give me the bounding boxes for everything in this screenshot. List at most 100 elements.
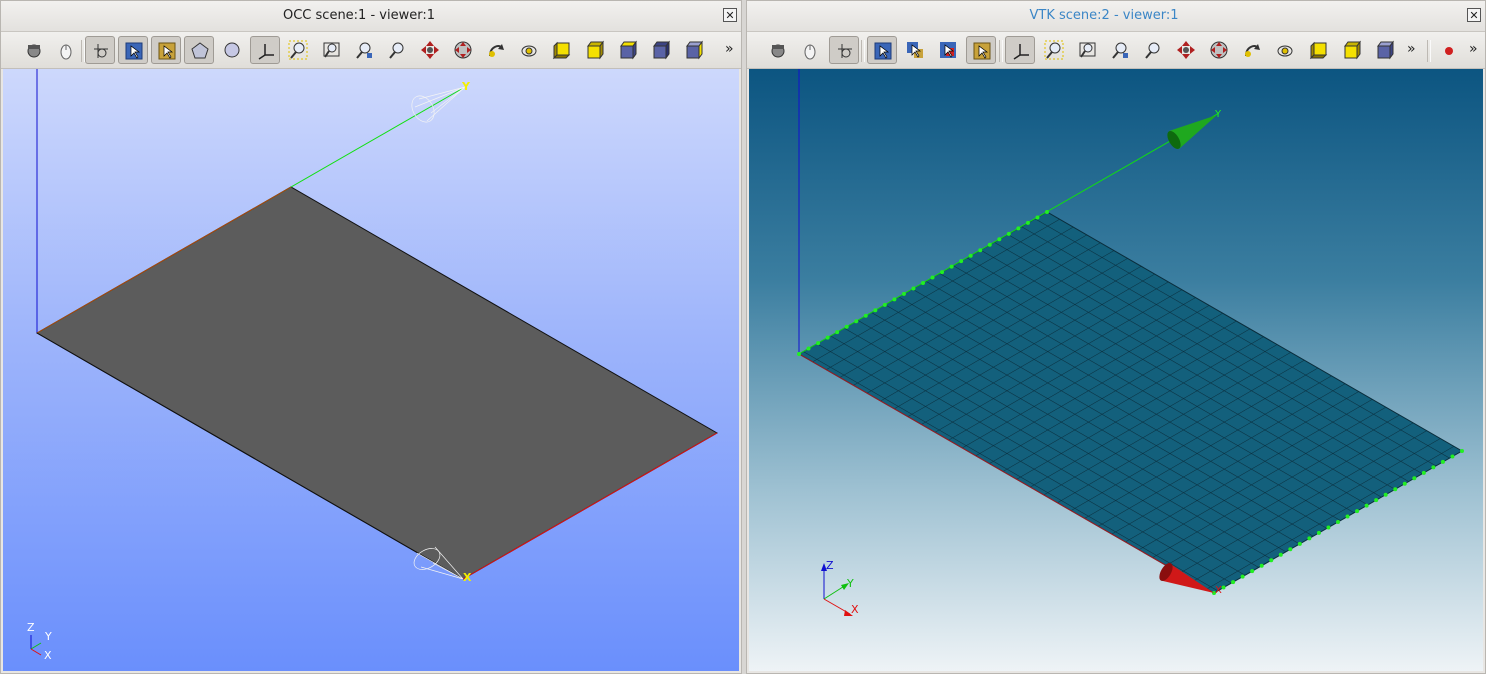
back-view-icon[interactable]: [580, 36, 610, 64]
mesh-node: [921, 281, 925, 285]
toolbar-overflow-button[interactable]: »: [725, 41, 734, 57]
vtk-viewer-close-button[interactable]: ✕: [1467, 8, 1481, 22]
show-trihedron-icon[interactable]: [1005, 36, 1035, 64]
occ-3d-viewport[interactable]: Y X Z Y X: [3, 69, 739, 671]
rectangle-selection-icon[interactable]: [118, 36, 148, 64]
fit-selection-icon[interactable]: [1105, 36, 1135, 64]
toolbar-overflow-button-2[interactable]: »: [1469, 41, 1478, 57]
occ-scene: Y X Z Y X: [27, 69, 719, 662]
interaction-style-icon[interactable]: [51, 36, 81, 64]
y-axis-label: Y: [461, 80, 471, 93]
mesh-node: [806, 346, 811, 351]
rotation-point-icon[interactable]: [514, 36, 544, 64]
mesh-node: [863, 313, 868, 318]
fit-all-icon[interactable]: [283, 36, 313, 64]
mesh-node: [1355, 509, 1360, 514]
dump-view-icon[interactable]: [763, 36, 793, 64]
top-view-icon[interactable]: [1370, 36, 1400, 64]
pan-icon[interactable]: [415, 36, 445, 64]
pan-icon[interactable]: [1171, 36, 1201, 64]
triedron-y-label: Y: [44, 630, 52, 643]
back-view-icon[interactable]: [1337, 36, 1367, 64]
vtk-3d-viewport[interactable]: Y X Z Y X: [749, 69, 1483, 671]
polygon-selection-icon[interactable]: [151, 36, 181, 64]
mesh-node: [1402, 481, 1407, 486]
zoom-icon[interactable]: [382, 36, 412, 64]
y-axis-label: Y: [1214, 109, 1222, 120]
vtk-viewer-title: VTK scene:2 - viewer:1: [1029, 8, 1179, 23]
mesh-node: [1393, 487, 1398, 492]
occ-viewer-toolbar: »: [1, 32, 741, 69]
mesh-node: [854, 319, 859, 324]
mesh-node: [911, 286, 916, 291]
occ-viewer-close-button[interactable]: ✕: [723, 8, 737, 22]
left-view-icon[interactable]: [679, 36, 709, 64]
mesh-node: [1316, 530, 1321, 535]
vtk-mesh-surface[interactable]: [797, 211, 1464, 594]
mesh-node: [1297, 541, 1302, 546]
mesh-node: [968, 253, 973, 258]
mesh-node: [1025, 220, 1030, 225]
mesh-node: [1364, 503, 1369, 508]
mesh-node: [1412, 476, 1417, 481]
element-selection-icon[interactable]: [966, 36, 996, 64]
view-triedron: Z Y X: [821, 559, 859, 616]
occ-viewer-panel: OCC scene:1 - viewer:1 ✕ » Y X Z Y X: [0, 0, 742, 674]
triedron-y-label: Y: [846, 577, 854, 590]
mesh-node: [930, 275, 935, 280]
interaction-style-icon[interactable]: [795, 36, 825, 64]
vtk-viewer-titlebar: VTK scene:2 - viewer:1 ✕: [747, 1, 1485, 32]
selection-icon[interactable]: [867, 36, 897, 64]
circle-icon[interactable]: [217, 36, 247, 64]
mesh-node: [892, 297, 897, 302]
mesh-node: [1045, 210, 1049, 214]
mesh-node: [987, 242, 992, 247]
occ-plane-surface[interactable]: [35, 186, 719, 580]
mesh-node: [797, 352, 801, 356]
show-trihedron-icon[interactable]: [250, 36, 280, 64]
mesh-node: [1336, 520, 1340, 524]
mesh-node: [949, 264, 954, 269]
mesh-node: [1250, 569, 1255, 574]
rotation-point-icon[interactable]: [1270, 36, 1300, 64]
global-pan-icon[interactable]: [1204, 36, 1234, 64]
toolbar-overflow-button[interactable]: »: [1407, 41, 1416, 57]
bottom-view-icon[interactable]: [646, 36, 676, 64]
mesh-node: [835, 330, 840, 335]
y-axis-arrowhead: [411, 86, 466, 123]
mesh-node: [1035, 215, 1040, 220]
mesh-node: [1383, 492, 1388, 497]
fit-area-icon[interactable]: [316, 36, 346, 64]
fit-area-icon[interactable]: [1072, 36, 1102, 64]
mesh-node: [1016, 226, 1021, 231]
mesh-node: [873, 308, 878, 313]
dump-view-icon[interactable]: [19, 36, 49, 64]
rectangle-selection-icon[interactable]: [900, 36, 930, 64]
mesh-node: [1450, 454, 1455, 459]
global-pan-icon[interactable]: [448, 36, 478, 64]
point-selection-icon[interactable]: [933, 36, 963, 64]
vtk-viewer-toolbar: » »: [747, 32, 1485, 69]
occ-viewer-titlebar: OCC scene:1 - viewer:1 ✕: [1, 1, 741, 32]
x-axis-label: X: [463, 571, 472, 584]
rotate-icon[interactable]: [1237, 36, 1267, 64]
mesh-node: [825, 335, 830, 340]
mesh-node: [882, 302, 887, 307]
front-view-icon[interactable]: [547, 36, 577, 64]
triedron-z-label: Z: [27, 621, 35, 634]
zoom-style-icon[interactable]: [85, 36, 115, 64]
fit-all-icon[interactable]: [1039, 36, 1069, 64]
fit-selection-icon[interactable]: [349, 36, 379, 64]
zoom-style-icon[interactable]: [829, 36, 859, 64]
front-view-icon[interactable]: [1304, 36, 1334, 64]
mesh-node: [1259, 563, 1264, 568]
zoom-icon[interactable]: [1138, 36, 1168, 64]
record-icon[interactable]: [1439, 36, 1463, 64]
mesh-node: [1440, 459, 1445, 464]
polygon-icon[interactable]: [184, 36, 214, 64]
top-view-icon[interactable]: [613, 36, 643, 64]
vtk-viewer-panel: VTK scene:2 - viewer:1 ✕ » » Y X Z Y X: [746, 0, 1486, 674]
rotate-icon[interactable]: [481, 36, 511, 64]
vtk-scene: Y X Z Y X: [797, 69, 1464, 616]
mesh-node: [1345, 514, 1350, 519]
